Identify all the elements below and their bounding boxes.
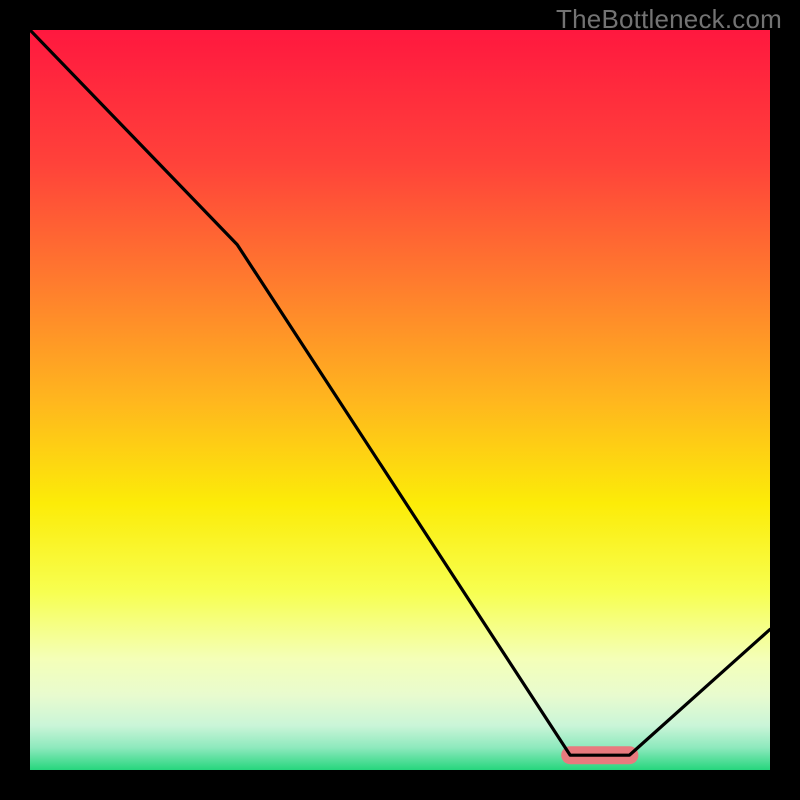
gradient-background — [30, 30, 770, 770]
line-chart — [30, 30, 770, 770]
chart-frame: TheBottleneck.com — [0, 0, 800, 800]
plot-area — [30, 30, 770, 770]
